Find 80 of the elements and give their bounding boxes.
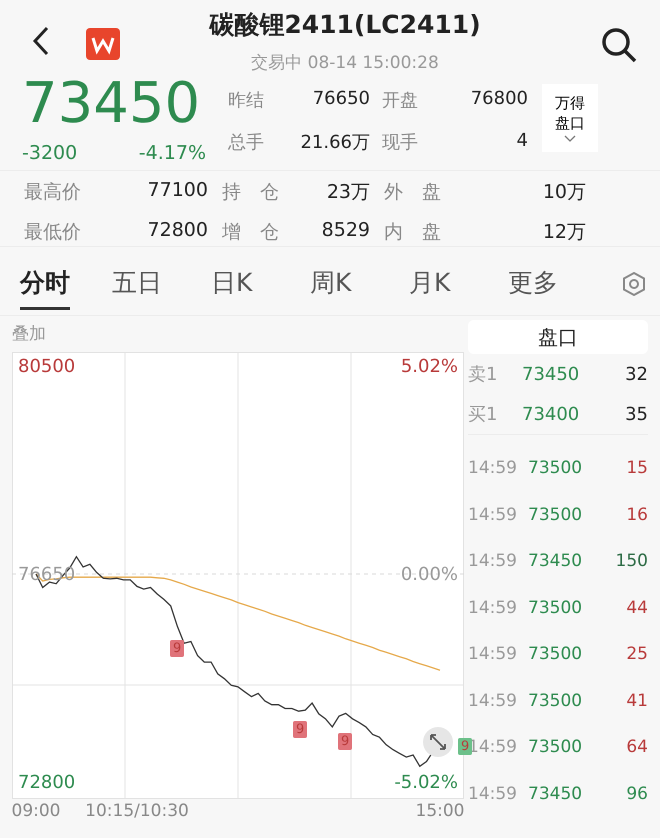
panel-button[interactable]: 万得盘口	[542, 84, 598, 152]
axis-label: 5.02%	[400, 356, 458, 376]
trade-volume: 15	[626, 458, 648, 478]
back-icon[interactable]	[32, 26, 50, 56]
stat-value: 21.66万	[299, 131, 370, 154]
axis-label: 72800	[18, 772, 76, 792]
axis-label: 80500	[18, 356, 76, 376]
level-price: 73400	[522, 404, 580, 424]
detail-label: 最高价	[24, 180, 82, 205]
detail-label: 增 仓	[222, 220, 280, 244]
stat-value: 4	[516, 130, 528, 153]
signal-marker: 9	[338, 733, 352, 750]
trade-volume: 64	[626, 737, 648, 758]
trade-price: 73500	[528, 690, 582, 711]
detail-label: 最低价	[24, 220, 82, 244]
search-icon[interactable]	[600, 26, 638, 64]
chart-tab[interactable]: 日K	[211, 258, 310, 310]
trade-time: 14:59	[468, 458, 518, 478]
chart-tab[interactable]: 五日	[112, 258, 211, 310]
signal-marker: 9	[170, 640, 184, 657]
level-price: 73450	[522, 364, 580, 384]
settings-icon[interactable]	[622, 271, 646, 297]
trade-time: 14:59	[468, 551, 518, 572]
time-axis-label: 10:15/10:30	[85, 801, 189, 821]
trade-price: 73450	[528, 784, 582, 804]
expand-icon[interactable]	[423, 727, 453, 757]
chart-tab[interactable]: 周K	[310, 258, 409, 310]
axis-label: -5.02%	[394, 772, 458, 792]
order-book-header: 盘口	[468, 320, 648, 354]
trade-price: 73500	[528, 504, 582, 525]
stat-label: 现手	[382, 131, 419, 154]
trade-volume: 44	[626, 598, 648, 618]
stat-label: 总手	[228, 131, 265, 154]
instrument-title: 碳酸锂2411(LC2411)	[209, 9, 481, 41]
axis-label: 0.00%	[400, 564, 458, 584]
trade-volume: 150	[616, 551, 648, 572]
chart-tab[interactable]: 分时	[20, 258, 70, 310]
time-axis-label: 09:00	[12, 801, 60, 821]
stat-label: 开盘	[382, 89, 419, 112]
price-change: -3200	[22, 142, 78, 164]
level-label: 买1	[468, 403, 498, 426]
trade-time: 14:59	[468, 690, 518, 711]
logo-icon	[86, 28, 120, 60]
trade-price: 73500	[528, 458, 582, 478]
detail-value: 77100	[146, 179, 209, 203]
detail-value: 10万	[542, 180, 587, 205]
detail-value: 8529	[320, 218, 371, 242]
level-volume: 35	[625, 404, 648, 424]
signal-marker: 9	[458, 738, 472, 755]
trade-price: 73500	[528, 737, 582, 758]
trade-time: 14:59	[468, 504, 518, 525]
trade-price: 73500	[528, 644, 582, 664]
trade-volume: 96	[626, 784, 648, 804]
trade-volume: 41	[626, 690, 648, 711]
trade-time: 14:59	[468, 644, 518, 664]
chart-tab[interactable]: 月K	[409, 258, 508, 310]
detail-label: 外 盘	[384, 180, 442, 205]
chevron-icon	[564, 135, 576, 142]
trade-price: 73500	[528, 598, 582, 618]
chart-tab[interactable]: 更多	[508, 258, 607, 310]
detail-label: 持 仓	[222, 180, 280, 205]
detail-label: 内 盘	[384, 220, 442, 244]
stat-value: 76800	[470, 88, 528, 111]
last-price: 73450	[22, 76, 202, 132]
detail-value: 12万	[542, 220, 587, 244]
level-volume: 32	[625, 364, 648, 384]
detail-value: 23万	[326, 180, 371, 205]
trade-volume: 16	[626, 504, 648, 525]
level-label: 卖1	[468, 363, 498, 386]
detail-value: 72800	[146, 218, 209, 242]
stat-value: 76650	[312, 88, 370, 111]
trading-status: 交易中 08-14 15:00:28	[251, 52, 439, 74]
trade-time: 14:59	[468, 598, 518, 618]
time-axis-label: 15:00	[416, 801, 464, 821]
trade-price: 73450	[528, 551, 582, 572]
trade-time: 14:59	[468, 784, 518, 804]
trade-volume: 25	[626, 644, 648, 664]
change-percent: -4.17%	[138, 142, 206, 164]
signal-marker: 9	[293, 721, 308, 738]
stat-label: 昨结	[228, 89, 265, 112]
